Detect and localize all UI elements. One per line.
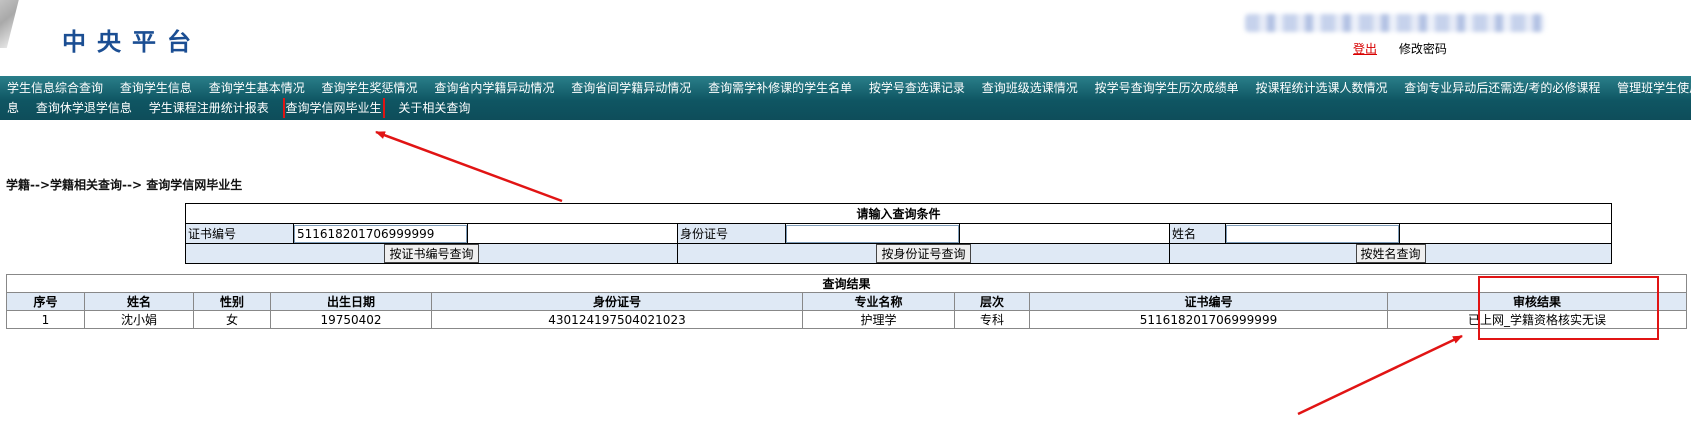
col-header-review-result: 审核结果	[1386, 292, 1688, 311]
nav-item-suspension-withdrawal[interactable]: 查询休学退学信息	[35, 98, 133, 118]
cell-gender: 女	[193, 310, 271, 329]
nav-item-rewards-penalties[interactable]: 查询学生奖惩情况	[321, 78, 419, 98]
change-password-link[interactable]: 修改密码	[1399, 42, 1447, 56]
col-header-id-number: 身份证号	[431, 292, 803, 311]
cert-button-cell: 按证书编号查询	[185, 243, 678, 264]
header-links: 登出 修改密码	[1353, 40, 1447, 57]
query-title: 请输入查询条件	[184, 203, 1613, 224]
nav-item-remedial-list[interactable]: 查询需学补修课的学生名单	[707, 78, 853, 98]
nav-item-student-info-overview[interactable]: 学生信息综合查询	[6, 78, 104, 98]
nav-item-registration-report[interactable]: 学生课程注册统计报表	[148, 98, 270, 118]
nav-item-cross-province-changes[interactable]: 查询省间学籍异动情况	[570, 78, 692, 98]
nav-item-course-records[interactable]: 按学号查选课记录	[868, 78, 966, 98]
nav-row-1: 学生信息综合查询 查询学生信息 查询学生基本情况 查询学生奖惩情况 查询省内学籍…	[0, 78, 1691, 98]
nav-item-student-basic[interactable]: 查询学生基本情况	[208, 78, 306, 98]
name-button-cell: 按姓名查询	[1168, 243, 1613, 264]
query-form: 请输入查询条件 证书编号 身份证号 姓名 按证书编号查询 按身份证号查询 按姓名…	[184, 203, 1613, 264]
nav-item-in-province-changes[interactable]: 查询省内学籍异动情况	[433, 78, 555, 98]
main-nav: 学生信息综合查询 查询学生信息 查询学生基本情况 查询学生奖惩情况 查询省内学籍…	[0, 76, 1691, 120]
col-header-index: 序号	[6, 292, 85, 311]
name-input[interactable]	[1226, 224, 1399, 243]
col-header-gender: 性别	[193, 292, 271, 311]
name-input-cell	[1225, 223, 1400, 244]
nav-item-major-rule-stats[interactable]: 管理班学生使用专业规则统计	[1616, 78, 1691, 98]
id-button-cell: 按身份证号查询	[677, 243, 1170, 264]
results-title: 查询结果	[5, 274, 1688, 293]
cell-name: 沈小娟	[84, 310, 194, 329]
col-header-name: 姓名	[84, 292, 194, 311]
page-header: 中央平台 xxx_xxxxxxxx_xxxxx_xxxxxxxx 登出 修改密码	[0, 0, 1691, 70]
annotation-arrow-result	[1297, 334, 1463, 416]
cell-index: 1	[6, 310, 85, 329]
results-table: 查询结果 序号 姓名 性别 出生日期 身份证号 专业名称 层次 证书编号 审核结…	[5, 274, 1688, 329]
cell-review-result: 已上网_学籍资格核实无误	[1386, 310, 1688, 329]
id-label: 身份证号	[677, 223, 786, 244]
nav-item-chsi-graduates[interactable]: 查询学信网毕业生	[282, 98, 385, 118]
nav-item-required-courses[interactable]: 查询专业异动后还需选/考的必修课程	[1403, 78, 1601, 98]
nav-item-class-courses[interactable]: 查询班级选课情况	[981, 78, 1079, 98]
col-header-cert-number: 证书编号	[1029, 292, 1388, 311]
corner-decoration	[0, 0, 22, 48]
breadcrumb: 学籍-->学籍相关查询--> 查询学信网毕业生	[6, 178, 243, 192]
query-by-cert-button[interactable]: 按证书编号查询	[384, 244, 479, 263]
platform-logo: 中央平台	[62, 27, 202, 56]
user-name-blurred: xxx_xxxxxxxx_xxxxx_xxxxxxxx	[1245, 14, 1545, 32]
name-label: 姓名	[1169, 223, 1226, 244]
cell-cert-number: 511618201706999999	[1029, 310, 1388, 329]
cert-input-cell	[293, 223, 468, 244]
query-by-id-button[interactable]: 按身份证号查询	[876, 244, 971, 263]
cell-id-number: 430124197504021023	[431, 310, 803, 329]
nav-item-transcripts[interactable]: 按学号查询学生历次成绩单	[1094, 78, 1240, 98]
nav-item-student-info[interactable]: 查询学生信息	[119, 78, 193, 98]
nav-item-related-queries[interactable]: 关于相关查询	[397, 98, 471, 118]
cert-blank	[467, 223, 678, 244]
col-header-level: 层次	[954, 292, 1030, 311]
query-by-name-button[interactable]: 按姓名查询	[1355, 244, 1426, 263]
col-header-major: 专业名称	[802, 292, 955, 311]
cert-label: 证书编号	[185, 223, 294, 244]
results-header-row: 序号 姓名 性别 出生日期 身份证号 专业名称 层次 证书编号 审核结果	[6, 292, 1688, 311]
cell-birthdate: 19750402	[270, 310, 432, 329]
table-row: 1 沈小娟 女 19750402 430124197504021023 护理学 …	[6, 310, 1688, 329]
col-header-birthdate: 出生日期	[270, 292, 432, 311]
nav-item-enrollment-stats[interactable]: 按课程统计选课人数情况	[1254, 78, 1388, 98]
id-input-cell	[785, 223, 960, 244]
cell-major: 护理学	[802, 310, 955, 329]
id-number-input[interactable]	[786, 224, 959, 243]
name-blank	[1398, 223, 1613, 244]
logout-link[interactable]: 登出	[1353, 42, 1377, 56]
cert-number-input[interactable]	[294, 224, 467, 243]
annotation-arrow-nav	[375, 130, 563, 203]
id-blank	[959, 223, 1170, 244]
cell-level: 专科	[954, 310, 1030, 329]
nav-item-wrap-fragment[interactable]: 息	[6, 98, 20, 118]
nav-row-2: 息 查询休学退学信息 学生课程注册统计报表 查询学信网毕业生 关于相关查询	[0, 98, 1691, 118]
